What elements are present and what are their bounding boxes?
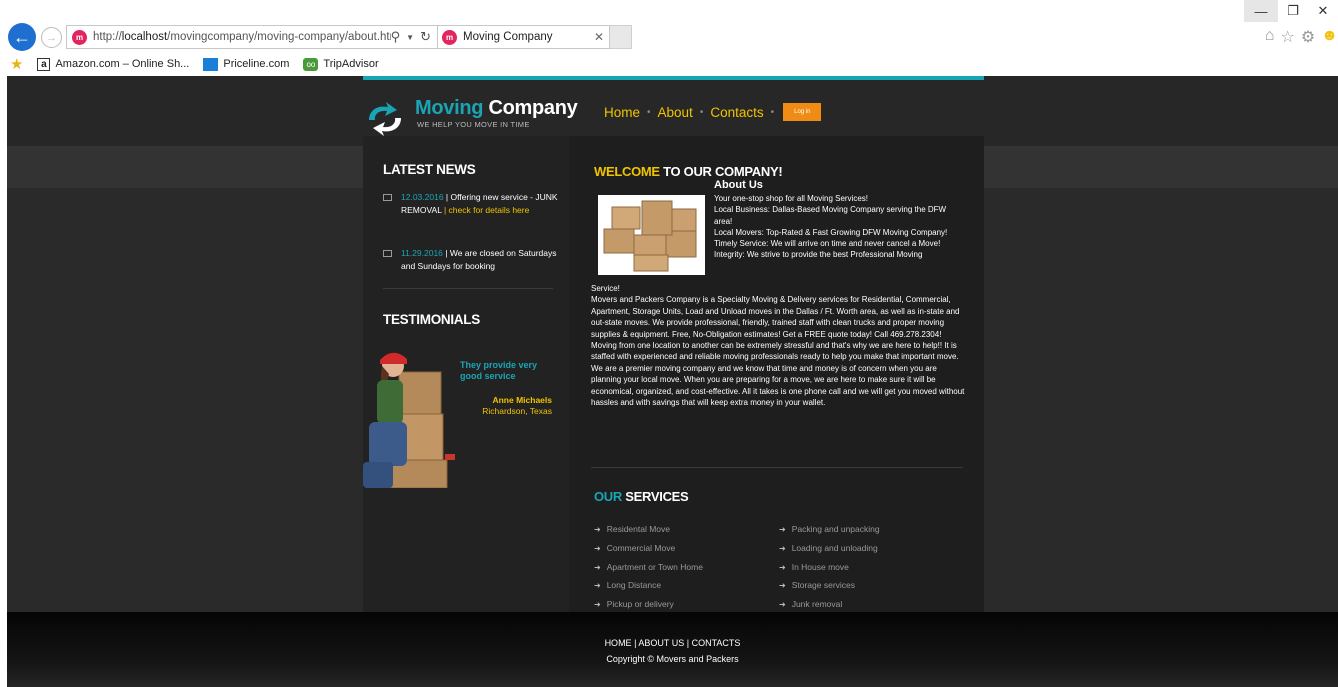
about-highlights: Your one-stop shop for all Moving Servic… xyxy=(714,194,948,260)
settings-gear-icon[interactable]: ⚙ xyxy=(1301,27,1315,47)
logo-arrows-icon[interactable] xyxy=(366,102,404,136)
arrow-right-icon: ➜ xyxy=(779,600,786,609)
news-envelope-icon xyxy=(383,250,392,257)
forward-button[interactable]: → xyxy=(41,27,62,48)
close-tab-icon[interactable]: ✕ xyxy=(589,30,609,44)
arrow-right-icon: ➜ xyxy=(779,581,786,590)
address-bar[interactable]: m http://localhost/movingcompany/moving-… xyxy=(66,25,438,49)
back-button[interactable]: ← xyxy=(8,23,36,51)
add-favorite-star-icon[interactable]: ★ xyxy=(10,55,23,73)
news-envelope-icon xyxy=(383,194,392,201)
arrow-right-icon: ➜ xyxy=(779,525,786,534)
restore-button[interactable]: ❐ xyxy=(1278,0,1308,22)
about-paragraph: Service! Movers and Packers Company is a… xyxy=(591,284,965,408)
arrow-left-icon: ← xyxy=(13,26,31,47)
browser-tab[interactable]: m Moving Company ✕ xyxy=(438,25,610,49)
service-link[interactable]: ➜ Loading and unloading xyxy=(779,543,878,553)
page-viewport: Moving Company WE HELP YOU MOVE IN TIME … xyxy=(7,76,1338,687)
menu-contacts[interactable]: Contacts xyxy=(710,105,763,120)
site-footer: HOME | ABOUT US | CONTACTS Copyright © M… xyxy=(7,612,1338,687)
home-icon[interactable]: ⌂ xyxy=(1265,27,1275,47)
testimonials-heading: TESTIMONIALS xyxy=(383,312,480,327)
arrow-right-icon: ➜ xyxy=(594,544,601,553)
arrow-right-icon: ➜ xyxy=(594,563,601,572)
main-menu: Home • About • Contacts • Log in xyxy=(604,103,822,121)
tab-favicon-icon: m xyxy=(442,29,457,45)
arrow-right-icon: ➜ xyxy=(779,544,786,553)
url-text[interactable]: http://localhost/movingcompany/moving-co… xyxy=(93,31,391,43)
window-controls: — ❐ ✕ xyxy=(1244,0,1338,22)
login-button[interactable]: Log in xyxy=(783,103,822,121)
refresh-icon[interactable]: ↻ xyxy=(420,29,431,45)
close-window-button[interactable]: ✕ xyxy=(1308,0,1338,22)
tab-title: Moving Company xyxy=(463,31,553,43)
service-link[interactable]: ➜ Packing and unpacking xyxy=(779,524,880,534)
moving-boxes-image xyxy=(598,195,705,275)
favorites-bar: ★ a Amazon.com – Online Sh... Priceline.… xyxy=(0,52,1338,76)
service-link[interactable]: ➜ Storage services xyxy=(779,580,855,590)
arrow-right-icon: ➜ xyxy=(594,581,601,590)
about-us-title: About Us xyxy=(714,179,763,191)
arrow-right-icon: → xyxy=(46,31,57,44)
site-favicon-icon: m xyxy=(72,29,87,45)
service-link[interactable]: ➜ Pickup or delivery xyxy=(594,599,674,609)
favorite-amazon[interactable]: a Amazon.com – Online Sh... xyxy=(37,57,189,71)
service-link[interactable]: ➜ Residental Move xyxy=(594,524,670,534)
arrow-right-icon: ➜ xyxy=(594,525,601,534)
welcome-heading: WELCOME TO OUR COMPANY! xyxy=(594,164,783,179)
testimonial-location: Richardson, Texas xyxy=(482,406,552,416)
footer-copyright: Copyright © Movers and Packers xyxy=(606,654,739,664)
testimonial-photo xyxy=(363,346,458,488)
service-link[interactable]: ➜ Long Distance xyxy=(594,580,661,590)
news-item: 11.29.2016 | We are closed on Saturdays … xyxy=(383,247,563,273)
logo-title[interactable]: Moving Company xyxy=(415,97,578,120)
service-link[interactable]: ➜ Junk removal xyxy=(779,599,842,609)
service-link[interactable]: ➜ Commercial Move xyxy=(594,543,675,553)
testimonial-quote: They provide very good service xyxy=(460,360,538,381)
arrow-right-icon: ➜ xyxy=(779,563,786,572)
latest-news-heading: LATEST NEWS xyxy=(383,162,476,177)
arrow-right-icon: ➜ xyxy=(594,600,601,609)
new-tab-button[interactable] xyxy=(610,25,632,49)
favorite-priceline[interactable]: Priceline.com xyxy=(203,57,289,71)
search-icon[interactable]: ⚲ xyxy=(391,29,401,45)
content-divider xyxy=(591,467,963,468)
feedback-smiley-icon[interactable]: ☻ xyxy=(1321,27,1338,47)
menu-about[interactable]: About xyxy=(658,105,693,120)
service-link[interactable]: ➜ Apartment or Town Home xyxy=(594,562,703,572)
main-content: WELCOME TO OUR COMPANY! About Us Your on… xyxy=(569,136,984,612)
footer-links[interactable]: HOME | ABOUT US | CONTACTS xyxy=(7,638,1338,648)
browser-titlebar: ← → m http://localhost/movingcompany/mov… xyxy=(0,0,1338,52)
services-heading: OUR SERVICES xyxy=(594,489,689,504)
favorites-star-icon[interactable]: ☆ xyxy=(1280,27,1294,47)
news-item: 12.03.2016 | Offering new service - JUNK… xyxy=(383,191,563,217)
testimonial-author: Anne Michaels xyxy=(492,395,552,405)
sidebar-divider xyxy=(383,288,553,289)
dropdown-arrow-icon[interactable]: ▼ xyxy=(406,33,414,42)
priceline-icon xyxy=(203,57,219,71)
amazon-icon: a xyxy=(37,57,51,71)
service-link[interactable]: ➜ In House move xyxy=(779,562,849,572)
menu-home[interactable]: Home xyxy=(604,105,640,120)
site-container: Moving Company WE HELP YOU MOVE IN TIME … xyxy=(363,76,984,612)
logo-tagline: WE HELP YOU MOVE IN TIME xyxy=(417,120,530,129)
tripadvisor-owl-icon: oo xyxy=(303,57,319,71)
favorite-tripadvisor[interactable]: oo TripAdvisor xyxy=(303,57,379,71)
minimize-button[interactable]: — xyxy=(1244,0,1278,22)
news-details-link[interactable]: | check for details here xyxy=(444,205,529,215)
sidebar: LATEST NEWS 12.03.2016 | Offering new se… xyxy=(363,136,569,612)
site-header: Moving Company WE HELP YOU MOVE IN TIME … xyxy=(363,80,984,136)
